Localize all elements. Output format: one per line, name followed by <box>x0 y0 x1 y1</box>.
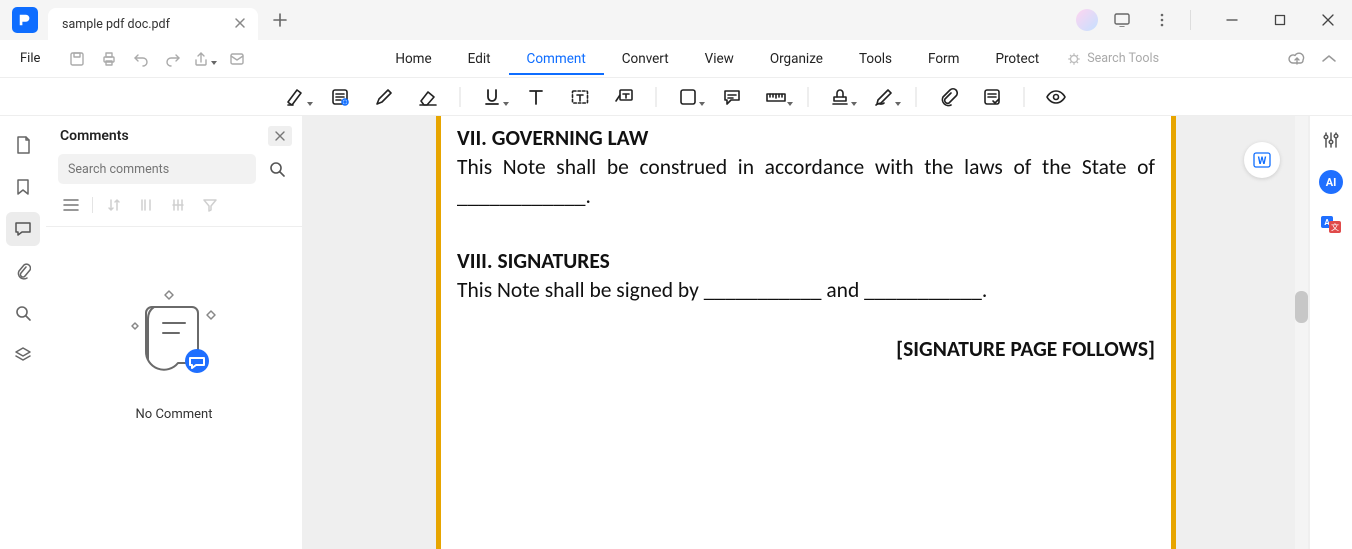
svg-text:W: W <box>1258 156 1267 167</box>
highlight-tool[interactable] <box>275 82 317 112</box>
app-logo <box>12 7 38 33</box>
doc-signature-follows: [SIGNATURE PAGE FOLLOWS] <box>457 335 1155 364</box>
underline-tool[interactable] <box>471 82 513 112</box>
measure-tool[interactable] <box>755 82 797 112</box>
vertical-scrollbar-track[interactable] <box>1295 116 1308 549</box>
tab-label: sample pdf doc.pdf <box>62 17 170 32</box>
hide-comments-tool[interactable] <box>1035 82 1077 112</box>
settings-sliders-icon[interactable] <box>1317 126 1345 154</box>
comment-toolbar <box>0 78 1352 116</box>
menu-organize[interactable]: Organize <box>752 43 841 75</box>
search-tools[interactable]: Search Tools <box>1067 51 1159 66</box>
menu-view[interactable]: View <box>687 43 752 75</box>
svg-text:文: 文 <box>1331 222 1339 232</box>
comments-panel: Comments <box>46 116 302 549</box>
menu-home[interactable]: Home <box>377 43 449 75</box>
redo-icon[interactable] <box>160 46 186 72</box>
search-icon[interactable] <box>264 156 290 182</box>
search-rail-icon[interactable] <box>6 296 40 330</box>
cloud-icon[interactable] <box>1286 48 1308 70</box>
doc-heading-7: VII. GOVERNING LAW <box>457 124 1155 153</box>
form-note-tool[interactable] <box>971 82 1013 112</box>
left-rail <box>0 116 46 549</box>
pdf-page: VII. GOVERNING LAW This Note shall be co… <box>436 116 1176 549</box>
doc-heading-8: VIII. SIGNATURES <box>457 247 1155 276</box>
document-canvas[interactable]: VII. GOVERNING LAW This Note shall be co… <box>302 116 1310 549</box>
close-icon[interactable] <box>234 17 248 31</box>
menu-tools[interactable]: Tools <box>841 43 910 75</box>
eraser-tool[interactable] <box>407 82 449 112</box>
filter-icon[interactable] <box>199 194 221 216</box>
maximize-button[interactable] <box>1260 6 1300 34</box>
doc-paragraph-7: This Note shall be construed in accordan… <box>457 153 1155 211</box>
signature-tool[interactable] <box>863 82 905 112</box>
sort-icon[interactable] <box>103 194 125 216</box>
panel-close-icon[interactable] <box>268 126 292 146</box>
share-icon[interactable] <box>192 46 218 72</box>
comment-bubble-tool[interactable] <box>711 82 753 112</box>
undo-icon[interactable] <box>128 46 154 72</box>
avatar[interactable] <box>1076 9 1098 31</box>
comments-search-input[interactable] <box>58 154 256 184</box>
more-icon[interactable] <box>1146 6 1178 34</box>
right-rail: AI A文 <box>1310 116 1352 549</box>
menu-comment[interactable]: Comment <box>509 43 604 75</box>
pencil-tool[interactable] <box>363 82 405 112</box>
ai-assistant-icon[interactable]: AI <box>1317 168 1345 196</box>
menu-form[interactable]: Form <box>910 43 977 75</box>
note-tool[interactable] <box>319 82 361 112</box>
convert-to-word-button[interactable]: W <box>1244 142 1280 178</box>
feedback-icon[interactable] <box>1106 6 1138 34</box>
titlebar: sample pdf doc.pdf <box>0 0 1352 40</box>
main-menu: Home Edit Comment Convert View Organize … <box>250 43 1286 75</box>
shape-tool[interactable] <box>667 82 709 112</box>
text-tool[interactable] <box>515 82 557 112</box>
comments-empty-state: No Comment <box>46 227 302 549</box>
comments-rail-icon[interactable] <box>6 212 40 246</box>
attachment-tool[interactable] <box>927 82 969 112</box>
menubar: File Home Edit Comment Convert View Orga… <box>0 40 1352 78</box>
list-view-icon[interactable] <box>60 194 82 216</box>
collapse-ribbon-icon[interactable] <box>1318 48 1340 70</box>
print-icon[interactable] <box>96 46 122 72</box>
callout-tool[interactable] <box>603 82 645 112</box>
menu-protect[interactable]: Protect <box>977 43 1057 75</box>
comments-empty-text: No Comment <box>136 407 213 422</box>
close-button[interactable] <box>1308 6 1348 34</box>
translate-icon[interactable]: A文 <box>1317 210 1345 238</box>
menu-file[interactable]: File <box>12 51 48 66</box>
thumbnails-icon[interactable] <box>6 128 40 162</box>
bookmarks-icon[interactable] <box>6 170 40 204</box>
comment-panel-tools <box>46 184 302 226</box>
search-tools-label: Search Tools <box>1087 51 1159 66</box>
doc-paragraph-8: This Note shall be signed by ___________… <box>457 276 1155 305</box>
comments-title: Comments <box>60 128 129 144</box>
vertical-scrollbar-thumb[interactable] <box>1295 291 1308 323</box>
save-icon[interactable] <box>64 46 90 72</box>
collapse-icon[interactable] <box>167 194 189 216</box>
minimize-button[interactable] <box>1212 6 1252 34</box>
expand-icon[interactable] <box>135 194 157 216</box>
attachments-rail-icon[interactable] <box>6 254 40 288</box>
menu-edit[interactable]: Edit <box>450 43 509 75</box>
menu-convert[interactable]: Convert <box>604 43 687 75</box>
layers-icon[interactable] <box>6 338 40 372</box>
empty-illustration-icon <box>119 287 229 387</box>
new-tab-button[interactable] <box>266 6 294 34</box>
textbox-tool[interactable] <box>559 82 601 112</box>
stamp-tool[interactable] <box>819 82 861 112</box>
email-icon[interactable] <box>224 46 250 72</box>
tab-document[interactable]: sample pdf doc.pdf <box>48 8 258 40</box>
